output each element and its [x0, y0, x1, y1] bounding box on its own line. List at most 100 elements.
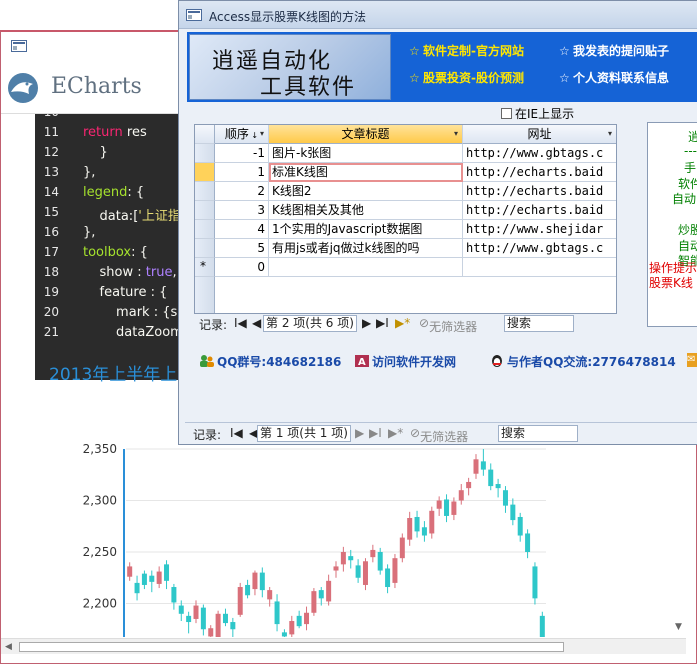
checkbox-box[interactable]: [501, 108, 512, 119]
candle-body[interactable]: [178, 605, 184, 614]
candle-body[interactable]: [134, 582, 140, 594]
qq-group-link[interactable]: QQ群号:484682186: [199, 353, 341, 370]
link-my-posts[interactable]: ☆ 我发表的提问贴子: [559, 42, 669, 59]
table-row[interactable]: -1 图片-k张图 http://www.gbtags.c: [195, 144, 616, 163]
candle-body[interactable]: [326, 580, 332, 602]
candle-body[interactable]: [488, 469, 494, 487]
prev-record-icon[interactable]: ◀: [252, 316, 261, 330]
candle-body[interactable]: [318, 590, 324, 599]
cell-order[interactable]: -1: [215, 144, 269, 163]
candle-body[interactable]: [259, 572, 265, 591]
candle-body[interactable]: [466, 481, 472, 489]
scroll-down-icon[interactable]: ▼: [675, 622, 682, 632]
access-titlebar[interactable]: Access显示股票K线图的方法: [179, 1, 697, 29]
candle-body[interactable]: [421, 527, 427, 536]
first-record-icon[interactable]: I◀: [230, 426, 243, 440]
column-header-title[interactable]: 文章标题 ▾: [269, 125, 463, 144]
chevron-down-icon[interactable]: ▾: [260, 125, 264, 143]
candle-body[interactable]: [385, 568, 391, 588]
cell-url[interactable]: http://www.gbtags.c: [463, 239, 616, 258]
candle-body[interactable]: [517, 516, 523, 536]
cell-title[interactable]: K线图2: [269, 182, 463, 201]
candle-body[interactable]: [156, 571, 162, 584]
candle-body[interactable]: [370, 549, 376, 558]
visit-site-link[interactable]: A 访问软件开发网: [354, 353, 456, 370]
table-row[interactable]: 4 1个实用的Javascript数据图 http://www.shejidar: [195, 220, 616, 239]
cell-url[interactable]: http://echarts.baid: [463, 182, 616, 201]
table-row[interactable]: 1 标准K线图 http://echarts.baid: [195, 163, 616, 182]
candle-body[interactable]: [532, 566, 538, 599]
candle-body[interactable]: [141, 573, 147, 585]
search-input[interactable]: 搜索: [504, 315, 574, 332]
no-filter-button[interactable]: ⊘ 无筛选器: [419, 316, 477, 334]
cell-title[interactable]: 图片-k张图: [269, 144, 463, 163]
candle-body[interactable]: [340, 552, 346, 565]
candle-body[interactable]: [362, 561, 368, 585]
cell-title[interactable]: 1个实用的Javascript数据图: [269, 220, 463, 239]
cell-url[interactable]: http://echarts.baid: [463, 201, 616, 220]
candle-body[interactable]: [237, 587, 243, 615]
candle-body[interactable]: [444, 499, 450, 516]
chevron-down-icon[interactable]: ▾: [454, 125, 458, 143]
candle-body[interactable]: [296, 615, 302, 627]
cell-url[interactable]: http://echarts.baid: [463, 163, 616, 182]
candle-body[interactable]: [377, 552, 383, 571]
candle-body[interactable]: [348, 556, 354, 561]
candle-body[interactable]: [245, 584, 251, 596]
link-custom-software[interactable]: ☆ 软件定制-官方网站: [409, 42, 524, 59]
candle-body[interactable]: [267, 590, 273, 600]
row-selector[interactable]: [195, 239, 215, 258]
scroll-left-icon[interactable]: ◀: [5, 642, 12, 652]
new-record-icon[interactable]: ▶*: [395, 316, 410, 330]
candle-body[interactable]: [436, 500, 442, 509]
new-record-icon[interactable]: ▶*: [388, 426, 403, 440]
table-row[interactable]: 2 K线图2 http://echarts.baid: [195, 182, 616, 201]
candle-body[interactable]: [539, 615, 545, 637]
candle-body[interactable]: [525, 533, 531, 552]
candle-body[interactable]: [215, 613, 221, 637]
candle-body[interactable]: [164, 564, 170, 581]
candle-body[interactable]: [281, 632, 287, 637]
candle-body[interactable]: [355, 565, 361, 578]
cell-title[interactable]: 标准K线图: [269, 163, 463, 182]
cell-order[interactable]: 5: [215, 239, 269, 258]
cell-title[interactable]: [269, 258, 463, 277]
record-position[interactable]: 第 1 项(共 1 项): [257, 425, 351, 442]
candle-body[interactable]: [473, 459, 479, 474]
cell-url[interactable]: http://www.shejidar: [463, 220, 616, 239]
echarts-brand[interactable]: ECharts: [51, 74, 142, 99]
row-selector[interactable]: [195, 220, 215, 239]
record-position[interactable]: 第 2 项(共 6 项): [263, 315, 357, 332]
cell-order[interactable]: 4: [215, 220, 269, 239]
candle-body[interactable]: [230, 622, 236, 630]
candle-body[interactable]: [429, 510, 435, 534]
cell-order[interactable]: 0: [215, 258, 269, 277]
first-record-icon[interactable]: I◀: [234, 316, 247, 330]
candle-body[interactable]: [495, 484, 501, 489]
candle-body[interactable]: [274, 601, 280, 625]
select-all-corner[interactable]: [195, 125, 215, 144]
candle-body[interactable]: [311, 591, 317, 613]
candle-body[interactable]: [304, 612, 310, 625]
candle-body[interactable]: [252, 572, 258, 590]
candle-body[interactable]: [333, 566, 339, 571]
next-record-icon[interactable]: ▶: [355, 426, 364, 440]
next-record-icon[interactable]: ▶: [362, 316, 371, 330]
link-stock-investment[interactable]: ☆ 股票投资-股价预测: [409, 69, 524, 86]
table-row[interactable]: 3 K线图相关及其他 http://echarts.baid: [195, 201, 616, 220]
candle-body[interactable]: [171, 587, 177, 603]
column-header-order[interactable]: 顺序 ↓ ▾: [215, 125, 269, 144]
candle-body[interactable]: [458, 490, 464, 501]
candle-body[interactable]: [186, 615, 192, 623]
candle-body[interactable]: [399, 537, 405, 559]
cell-url[interactable]: [463, 258, 616, 277]
chevron-down-icon[interactable]: ▾: [608, 125, 612, 143]
candle-body[interactable]: [200, 607, 206, 630]
candle-body[interactable]: [407, 518, 413, 540]
scrollbar-thumb[interactable]: [19, 642, 564, 652]
cell-title[interactable]: 有用js或者jq做过k线图的吗: [269, 239, 463, 258]
code-editor[interactable]: 1011return res12 }13},14legend: {15 data…: [35, 114, 185, 380]
show-in-ie-checkbox[interactable]: 在IE上显示: [501, 105, 574, 122]
candle-body[interactable]: [392, 558, 398, 583]
candle-body[interactable]: [127, 566, 133, 577]
